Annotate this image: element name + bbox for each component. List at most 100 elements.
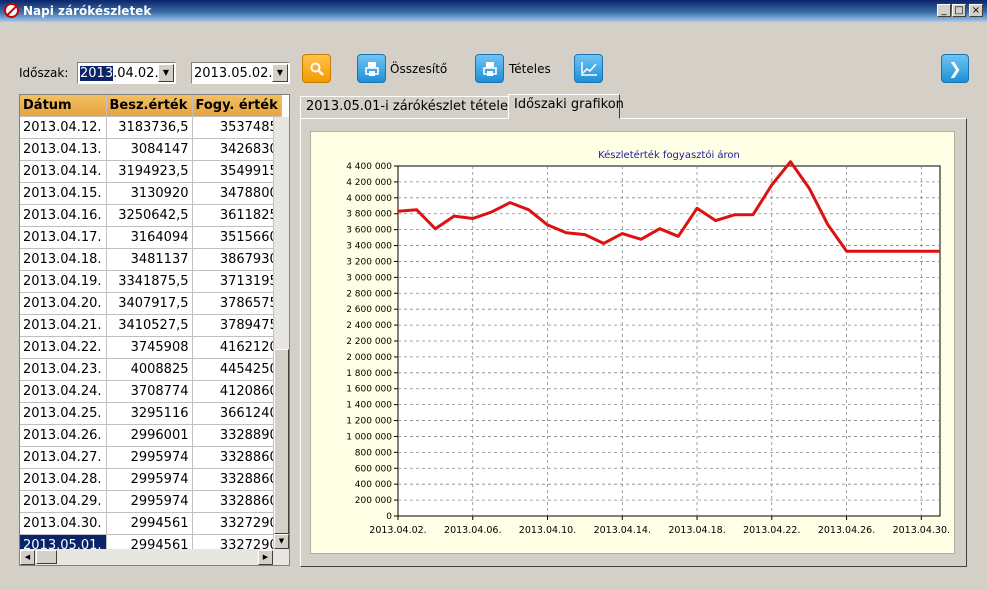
table-row[interactable]: 2013.04.19. 3341875,5 3713195 bbox=[20, 270, 282, 293]
table-row[interactable]: 2013.04.22. 3745908 4162120 bbox=[20, 336, 282, 359]
table-row[interactable]: 2013.04.29. 2995974 3328860 bbox=[20, 490, 282, 513]
table-cell[interactable]: 3295116 bbox=[106, 402, 193, 425]
date-to-combo[interactable]: 2013.05.02. ▼ bbox=[191, 62, 290, 84]
table-row[interactable]: 2013.04.18. 3481137 3867930 bbox=[20, 248, 282, 271]
table-cell[interactable]: 2013.04.27. bbox=[20, 446, 107, 469]
table-cell[interactable]: 2013.04.28. bbox=[20, 468, 107, 491]
column-header[interactable]: Fogy. érték bbox=[192, 95, 282, 117]
table-cell[interactable]: 2995974 bbox=[106, 468, 193, 491]
summary-label[interactable]: Összesítő bbox=[390, 62, 447, 76]
table-cell[interactable]: 3611825 bbox=[192, 204, 282, 227]
table-row[interactable]: 2013.04.12. 3183736,5 3537485 bbox=[20, 116, 282, 139]
table-cell[interactable]: 2013.04.14. bbox=[20, 160, 107, 183]
table-cell[interactable]: 3328860 bbox=[192, 468, 282, 491]
table-cell[interactable]: 3328860 bbox=[192, 446, 282, 469]
maximize-button[interactable]: □ bbox=[952, 4, 966, 17]
table-cell[interactable]: 3328860 bbox=[192, 490, 282, 513]
table-cell[interactable]: 3661240 bbox=[192, 402, 282, 425]
table-cell[interactable]: 3164094 bbox=[106, 226, 193, 249]
table-cell[interactable]: 2013.04.18. bbox=[20, 248, 107, 271]
table-cell[interactable]: 2996001 bbox=[106, 424, 193, 447]
table-cell[interactable]: 3250642,5 bbox=[106, 204, 193, 227]
table-cell[interactable]: 2994561 bbox=[106, 512, 193, 535]
table-cell[interactable]: 2013.04.24. bbox=[20, 380, 107, 403]
table-row[interactable]: 2013.04.15. 3130920 3478800 bbox=[20, 182, 282, 205]
table-cell[interactable]: 2013.04.20. bbox=[20, 292, 107, 315]
scroll-down-button[interactable]: ▼ bbox=[274, 534, 289, 549]
table-row[interactable]: 2013.04.17. 3164094 3515660 bbox=[20, 226, 282, 249]
tab-detailed-stock[interactable]: 2013.05.01-i zárókészlet tételesen bbox=[300, 96, 531, 118]
table-cell[interactable]: 2995974 bbox=[106, 490, 193, 513]
detail-print-button[interactable] bbox=[475, 54, 504, 83]
stock-grid[interactable]: Dátum Besz.érték Fogy. érték 2013.04.12. 31… bbox=[19, 94, 290, 566]
table-cell[interactable]: 4008825 bbox=[106, 358, 193, 381]
tab-period-chart[interactable]: Időszaki grafikon bbox=[508, 94, 624, 119]
table-cell[interactable]: 3537485 bbox=[192, 116, 282, 139]
close-button[interactable]: × bbox=[969, 4, 983, 17]
table-cell[interactable]: 2013.04.25. bbox=[20, 402, 107, 425]
table-cell[interactable]: 3084147 bbox=[106, 138, 193, 161]
table-row[interactable]: 2013.04.21. 3410527,5 3789475 bbox=[20, 314, 282, 337]
table-row[interactable]: 2013.04.13. 3084147 3426830 bbox=[20, 138, 282, 161]
table-cell[interactable]: 3515660 bbox=[192, 226, 282, 249]
table-row[interactable]: 2013.04.20. 3407917,5 3786575 bbox=[20, 292, 282, 315]
table-cell[interactable]: 2013.04.12. bbox=[20, 116, 107, 139]
table-cell[interactable]: 2013.04.13. bbox=[20, 138, 107, 161]
table-cell[interactable]: 2013.04.16. bbox=[20, 204, 107, 227]
table-cell[interactable]: 3745908 bbox=[106, 336, 193, 359]
detail-label[interactable]: Tételes bbox=[509, 62, 551, 76]
table-cell[interactable]: 2013.04.15. bbox=[20, 182, 107, 205]
date-from-value[interactable]: 2013.04.02. bbox=[80, 66, 159, 81]
table-row[interactable]: 2013.04.23. 4008825 4454250 bbox=[20, 358, 282, 381]
chevron-down-icon[interactable]: ▼ bbox=[272, 64, 288, 82]
table-cell[interactable]: 3327290 bbox=[192, 512, 282, 535]
table-cell[interactable]: 3708774 bbox=[106, 380, 193, 403]
table-row[interactable]: 2013.04.27. 2995974 3328860 bbox=[20, 446, 282, 469]
column-header[interactable]: Dátum bbox=[20, 95, 107, 117]
column-header[interactable]: Besz.érték bbox=[106, 95, 193, 117]
vertical-scroll-thumb[interactable] bbox=[274, 349, 289, 534]
table-cell[interactable]: 3407917,5 bbox=[106, 292, 193, 315]
table-cell[interactable]: 4162120 bbox=[192, 336, 282, 359]
table-cell[interactable]: 2013.04.17. bbox=[20, 226, 107, 249]
table-cell[interactable]: 3410527,5 bbox=[106, 314, 193, 337]
table-cell[interactable]: 3194923,5 bbox=[106, 160, 193, 183]
date-from-combo[interactable]: 2013.04.02. ▼ bbox=[77, 62, 176, 84]
minimize-button[interactable]: _ bbox=[937, 4, 951, 17]
table-row[interactable]: 2013.04.16. 3250642,5 3611825 bbox=[20, 204, 282, 227]
table-cell[interactable]: 3549915 bbox=[192, 160, 282, 183]
table-row[interactable]: 2013.04.26. 2996001 3328890 bbox=[20, 424, 282, 447]
table-cell[interactable]: 3183736,5 bbox=[106, 116, 193, 139]
horizontal-scrollbar[interactable]: ◀ ▶ bbox=[20, 549, 289, 565]
table-cell[interactable]: 2013.04.29. bbox=[20, 490, 107, 513]
table-cell[interactable]: 3341875,5 bbox=[106, 270, 193, 293]
scroll-right-button[interactable]: ▶ bbox=[258, 550, 273, 565]
table-cell[interactable]: 2995974 bbox=[106, 446, 193, 469]
table-row[interactable]: 2013.04.30. 2994561 3327290 bbox=[20, 512, 282, 535]
vertical-scrollbar[interactable] bbox=[273, 117, 289, 549]
search-button[interactable] bbox=[302, 54, 331, 83]
table-row[interactable]: 2013.04.24. 3708774 4120860 bbox=[20, 380, 282, 403]
table-cell[interactable]: 3481137 bbox=[106, 248, 193, 271]
table-cell[interactable]: 2013.04.21. bbox=[20, 314, 107, 337]
table-cell[interactable]: 2013.04.19. bbox=[20, 270, 107, 293]
table-cell[interactable]: 3713195 bbox=[192, 270, 282, 293]
chart-button[interactable] bbox=[574, 54, 603, 83]
table-row[interactable]: 2013.04.14. 3194923,5 3549915 bbox=[20, 160, 282, 183]
table-cell[interactable]: 3328890 bbox=[192, 424, 282, 447]
table-row[interactable]: 2013.04.28. 2995974 3328860 bbox=[20, 468, 282, 491]
table-cell[interactable]: 2013.04.22. bbox=[20, 336, 107, 359]
table-cell[interactable]: 3867930 bbox=[192, 248, 282, 271]
table-cell[interactable]: 4120860 bbox=[192, 380, 282, 403]
table-cell[interactable]: 3478800 bbox=[192, 182, 282, 205]
table-row[interactable]: 2013.04.25. 3295116 3661240 bbox=[20, 402, 282, 425]
chevron-down-icon[interactable]: ▼ bbox=[158, 64, 174, 82]
table-cell[interactable]: 3789475 bbox=[192, 314, 282, 337]
table-cell[interactable]: 3786575 bbox=[192, 292, 282, 315]
table-cell[interactable]: 4454250 bbox=[192, 358, 282, 381]
table-cell[interactable]: 2013.04.23. bbox=[20, 358, 107, 381]
summary-print-button[interactable] bbox=[357, 54, 386, 83]
table-cell[interactable]: 2013.04.30. bbox=[20, 512, 107, 535]
table-cell[interactable]: 3130920 bbox=[106, 182, 193, 205]
horizontal-scroll-thumb[interactable] bbox=[36, 550, 57, 564]
